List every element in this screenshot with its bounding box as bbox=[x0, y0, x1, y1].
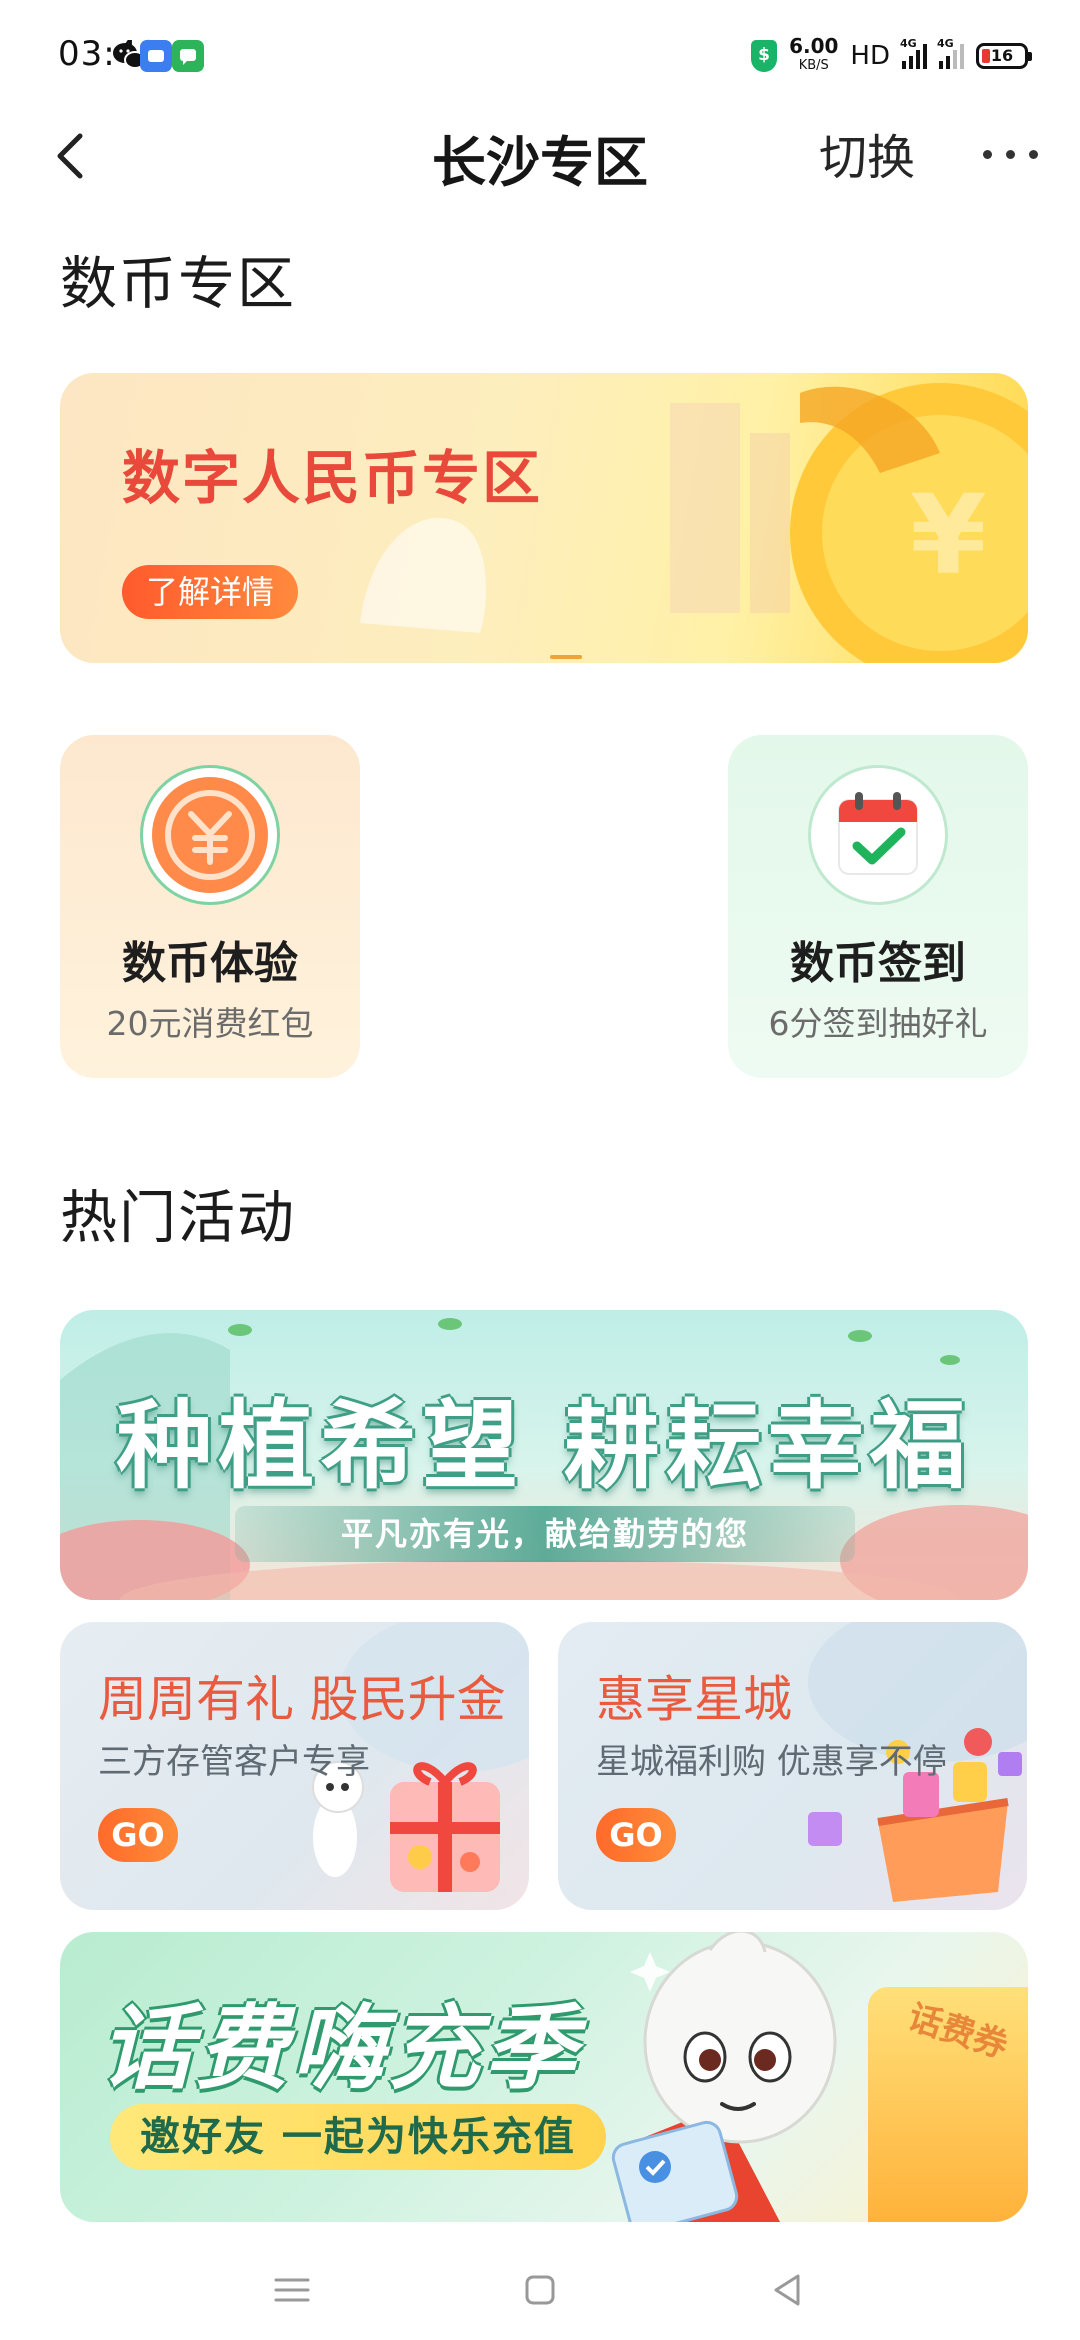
security-shield-icon: $ bbox=[751, 40, 778, 72]
switch-city-button[interactable]: 切换 bbox=[819, 118, 915, 188]
digital-currency-checkin-card[interactable]: 数币签到 6分签到抽好礼 bbox=[728, 735, 1028, 1078]
coin-illustration: ¥ bbox=[360, 383, 1028, 663]
page-title: 长沙专区 bbox=[432, 131, 648, 194]
network-speed: 6.00 KB/S bbox=[789, 34, 839, 73]
service-subtitle: 6分签到抽好礼 bbox=[768, 1004, 988, 1043]
more-options-icon[interactable] bbox=[970, 124, 1050, 184]
top-nav-bar: 长沙专区 切换 bbox=[0, 110, 1080, 250]
digital-rmb-banner-title: 数字人民币专区 bbox=[122, 444, 543, 512]
weekly-gift-card[interactable]: 周周有礼 股民升金 三方存管客户专享 GO bbox=[60, 1622, 529, 1910]
phone-recharge-banner[interactable]: 话费券 话费嗨充季 邀好友 一起为快乐充值 bbox=[60, 1932, 1028, 2222]
hd-indicator: HD bbox=[850, 41, 890, 71]
app-notification-icon bbox=[140, 40, 172, 72]
calendar-check-icon bbox=[808, 765, 948, 905]
phone-recharge-title: 话费嗨充季 bbox=[100, 1995, 581, 2102]
service-name: 数币签到 bbox=[790, 938, 966, 989]
section-title-hot-activities: 热门活动 bbox=[60, 1185, 296, 1251]
promo-card-title: 惠享星城 bbox=[596, 1671, 793, 1728]
message-notification-icon bbox=[172, 40, 204, 72]
promo-card-title: 周周有礼 股民升金 bbox=[98, 1671, 506, 1728]
promo-card-subtitle: 星城福利购 优惠享不停 bbox=[596, 1742, 947, 1782]
invite-friends-pill: 邀好友 一起为快乐充值 bbox=[110, 2104, 606, 2170]
service-subtitle: 20元消费红包 bbox=[106, 1004, 314, 1043]
carousel-indicator bbox=[550, 655, 582, 659]
svg-text:¥: ¥ bbox=[910, 471, 987, 599]
signal-strength-icon-2: 4G bbox=[937, 37, 964, 69]
go-button[interactable]: GO bbox=[98, 1808, 178, 1862]
digital-rmb-banner[interactable]: ¥ 数字人民币专区 了解详情 bbox=[60, 373, 1028, 663]
service-name: 数币体验 bbox=[122, 938, 298, 989]
signal-strength-icon-1: 4G bbox=[900, 37, 927, 69]
promo-card-subtitle: 三方存管客户专享 bbox=[98, 1742, 370, 1782]
system-navigation-bar bbox=[0, 2240, 1080, 2340]
status-bar: 03:49 $ 6.00 KB/S HD 4G 4G 16 bbox=[0, 0, 1080, 110]
digital-currency-experience-card[interactable]: 数币体验 20元消费红包 bbox=[60, 735, 360, 1078]
battery-icon: 16 bbox=[976, 43, 1032, 69]
yuan-coin-icon bbox=[140, 765, 280, 905]
go-button[interactable]: GO bbox=[596, 1808, 676, 1862]
menu-icon[interactable] bbox=[262, 2260, 322, 2320]
learn-more-button[interactable]: 了解详情 bbox=[122, 565, 299, 619]
status-right-group: $ 6.00 KB/S HD 4G 4G 16 bbox=[751, 34, 1032, 76]
back-triangle-icon[interactable] bbox=[758, 2260, 818, 2320]
star-city-benefits-card[interactable]: 惠享星城 星城福利购 优惠享不停 GO bbox=[558, 1622, 1027, 1910]
plant-hope-banner[interactable]: 种植希望 耕耘幸福 平凡亦有光，献给勤劳的您 bbox=[60, 1310, 1028, 1600]
section-title-digital-currency: 数币专区 bbox=[60, 251, 296, 317]
plant-hope-title: 种植希望 耕耘幸福 bbox=[116, 1390, 972, 1502]
home-icon[interactable] bbox=[510, 2260, 570, 2320]
plant-hope-subtitle: 平凡亦有光，献给勤劳的您 bbox=[235, 1506, 855, 1562]
